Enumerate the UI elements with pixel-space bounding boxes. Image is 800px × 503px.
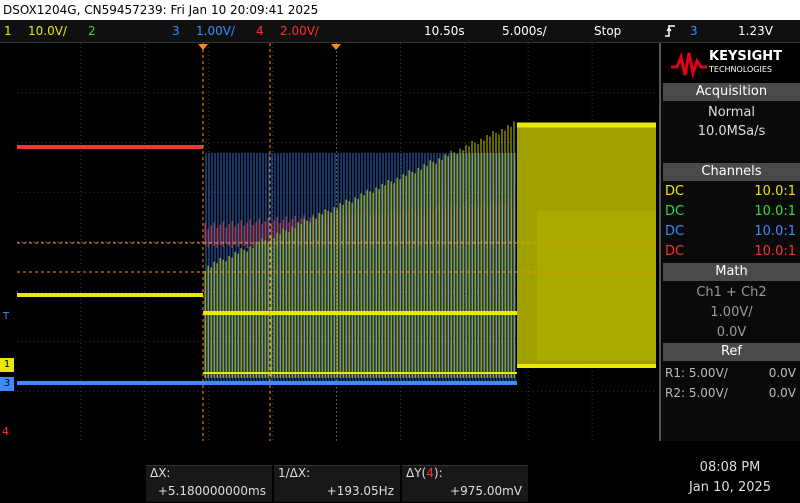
channel-row-3[interactable]: DC 10.0:1 xyxy=(665,223,798,241)
side-panel: KEYSIGHT TECHNOLOGIES Acquisition Normal… xyxy=(659,43,800,441)
math-header[interactable]: Math xyxy=(663,263,800,281)
scope-status-bar: 1 10.0V/ 2 3 1.00V/ 4 2.00V/ 10.50s 5.00… xyxy=(0,20,800,43)
trigger-position-marker xyxy=(331,44,341,50)
ch2-number[interactable]: 2 xyxy=(88,20,96,42)
waveform-canvas xyxy=(17,43,656,441)
brand-name: KEYSIGHT xyxy=(709,49,782,64)
ch3-ground-marker[interactable]: 3 xyxy=(0,377,14,391)
ref-row-1[interactable]: R1: 5.00V/0.0V xyxy=(665,364,798,382)
clock-time: 08:08 PM xyxy=(699,460,761,475)
waveform-display[interactable] xyxy=(17,43,656,441)
time-position[interactable]: 10.50s xyxy=(424,20,465,42)
inverse-delta-x-measurement[interactable]: 1/ΔX: +193.05Hz xyxy=(274,465,400,502)
acquisition-rate: 10.0MSa/s xyxy=(697,124,766,139)
channel-row-4[interactable]: DC 10.0:1 xyxy=(665,243,798,261)
delta-x-measurement[interactable]: ΔX: +5.180000000ms xyxy=(146,465,272,502)
keysight-logo: KEYSIGHT TECHNOLOGIES xyxy=(661,43,800,83)
math-offset: 0.0V xyxy=(716,325,747,340)
brand-sub: TECHNOLOGIES xyxy=(709,65,772,74)
cursor-x1-marker xyxy=(198,44,208,50)
ch1-scale[interactable]: 10.0V/ xyxy=(28,20,67,42)
keysight-wave-icon xyxy=(671,51,707,79)
ref-header[interactable]: Ref xyxy=(663,343,800,361)
ch1-ground-marker[interactable]: 1 xyxy=(0,358,14,372)
window-title: DSOX1204G, CN59457239: Fri Jan 10 20:09:… xyxy=(0,0,800,20)
math-scale: 1.00V/ xyxy=(710,305,753,320)
ch4-number[interactable]: 4 xyxy=(256,20,264,42)
channel-marker-bar: T 1 3 4 xyxy=(0,43,17,441)
ch3-scale[interactable]: 1.00V/ xyxy=(196,20,235,42)
trigger-source[interactable]: 3 xyxy=(690,20,698,42)
trigger-level-marker[interactable]: T xyxy=(3,311,9,322)
math-function: Ch1 + Ch2 xyxy=(696,285,767,300)
ch1-number[interactable]: 1 xyxy=(4,20,12,42)
time-scale[interactable]: 5.000s/ xyxy=(502,20,547,42)
ref-row-2[interactable]: R2: 5.00V/0.0V xyxy=(665,384,798,402)
clock-date: Jan 10, 2025 xyxy=(688,480,772,495)
acquisition-header[interactable]: Acquisition xyxy=(663,83,800,101)
channels-header[interactable]: Channels xyxy=(663,163,800,181)
delta-y-measurement[interactable]: ΔY(4): +975.00mV xyxy=(402,465,528,502)
ch4-scale[interactable]: 2.00V/ xyxy=(280,20,319,42)
channel-row-1[interactable]: DC 10.0:1 xyxy=(665,183,798,201)
trigger-level[interactable]: 1.23V xyxy=(738,20,773,42)
acquisition-mode: Normal xyxy=(707,105,756,120)
ch4-ground-marker[interactable]: 4 xyxy=(2,425,9,438)
ch3-number[interactable]: 3 xyxy=(172,20,180,42)
run-state[interactable]: Stop xyxy=(594,20,621,42)
channel-row-2[interactable]: DC 10.0:1 xyxy=(665,203,798,221)
